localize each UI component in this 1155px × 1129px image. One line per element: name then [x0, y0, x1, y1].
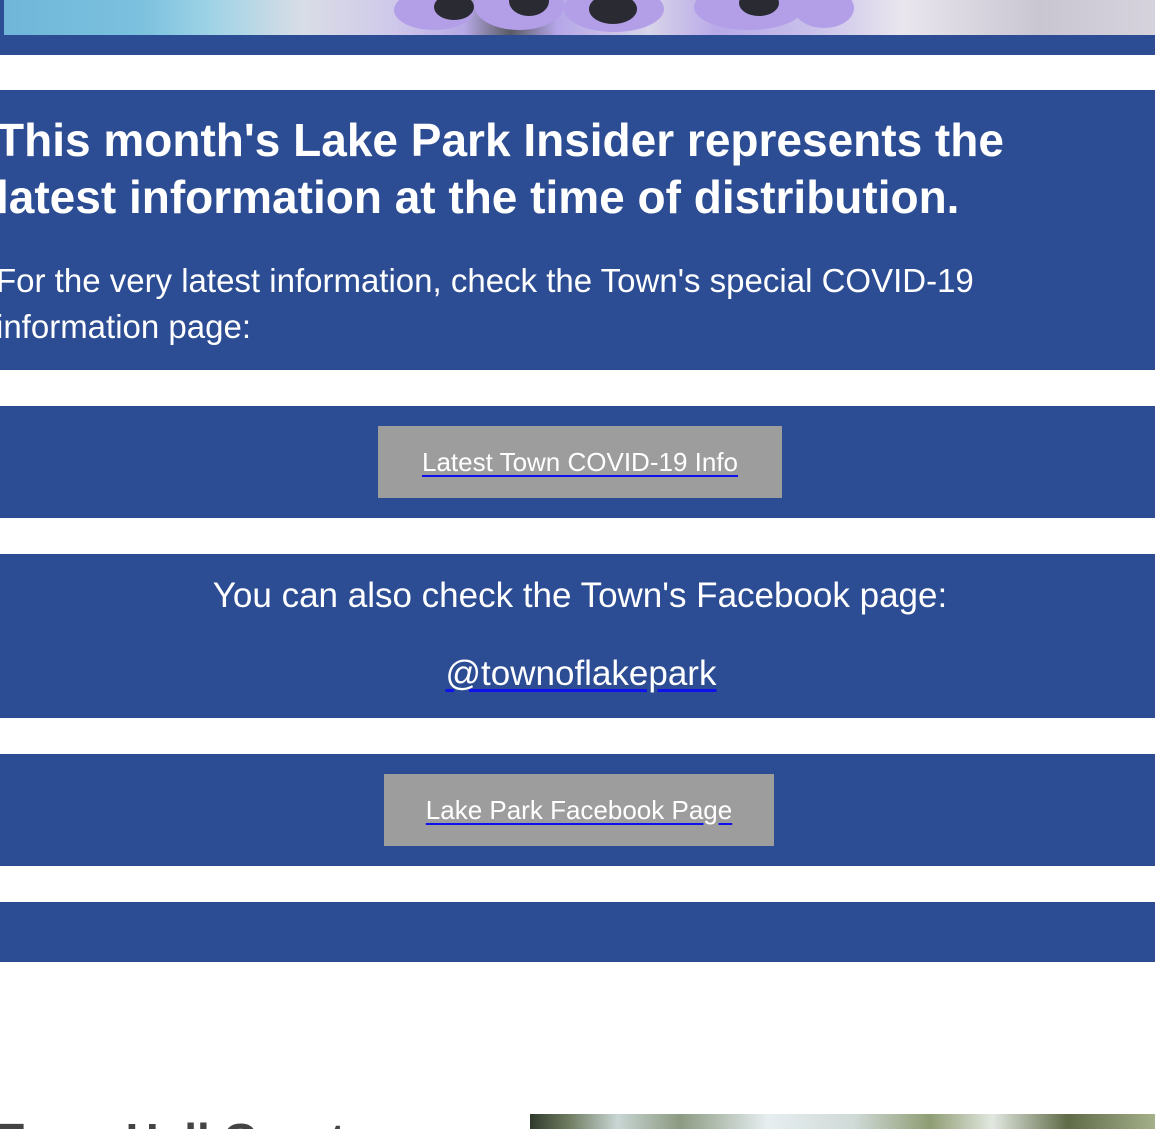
notice-headline: This month's Lake Park Insider represent… [0, 114, 1004, 223]
newsletter-page: This month's Lake Park Insider represent… [0, 0, 1155, 1129]
spacer-band [0, 902, 1155, 962]
section-title: Town Hall Grant [0, 1112, 345, 1129]
hero-image [4, 0, 1155, 35]
hero-frame [0, 0, 1155, 55]
notice-intro: For the very latest information, check t… [0, 262, 974, 345]
covid-info-button[interactable]: Latest Town COVID-19 Info [378, 426, 782, 498]
facebook-handle-link[interactable]: @townoflakepark [446, 654, 717, 693]
facebook-text: You can also check the Town's Facebook p… [212, 576, 948, 615]
facebook-page-button[interactable]: Lake Park Facebook Page [384, 774, 774, 846]
town-hall-photo [530, 1114, 1155, 1129]
facebook-handle-row: @townoflakepark [0, 652, 1155, 696]
